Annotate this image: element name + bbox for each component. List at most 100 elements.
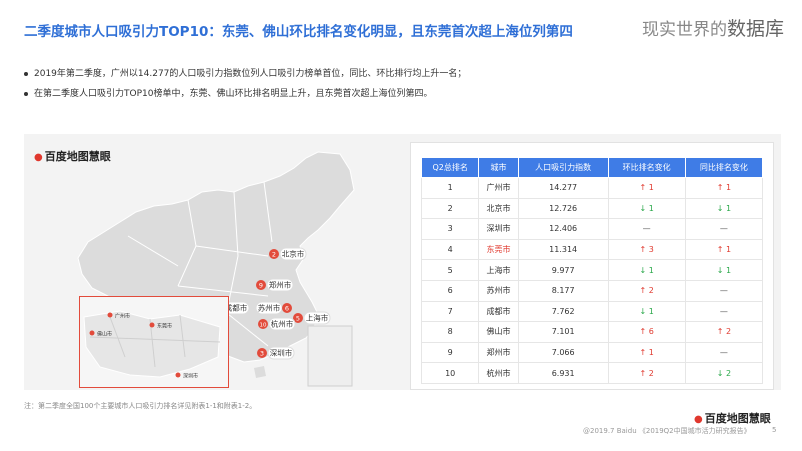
index-cell: 11.314 (517, 238, 609, 261)
rank-cell: 9 (420, 341, 480, 364)
table-row: 5 上海市 9.977 ↓ 1 ↓ 1 (420, 259, 764, 281)
table-row: 3 深圳市 12.406— — (420, 218, 764, 240)
city-cell: 北京市 (478, 197, 519, 220)
ranking-table-card: Q2总排名 城市 人口吸引力指数 环比排名变化 同比排名变化 1 广州市 14.27… (410, 142, 774, 390)
marker-shanghai: 5 上海市 (293, 311, 331, 325)
bullet-item: 2019年第二季度，广州以14.277的人口吸引力指数位列人口吸引力榜单首位，同… (23, 64, 466, 84)
city-cell: 东莞市 (478, 238, 519, 261)
brand-logo: 现实世界的数据库 (642, 14, 784, 41)
qoq-change-cell: ↓ 1 (607, 197, 686, 220)
marker-beijing: 2 北京市 (269, 247, 307, 261)
marker-rank: 6 (285, 305, 289, 313)
table-row: 7 成都市 7.762 ↓ 1— (420, 300, 764, 323)
yoy-change-cell: — (684, 341, 764, 364)
yoy-change-cell: ↑ 1 (684, 177, 764, 199)
city-cell: 佛山市 (478, 321, 519, 343)
rank-cell: 1 (420, 177, 480, 199)
rank-cell: 5 (420, 259, 480, 281)
rank-cell: 6 (420, 279, 480, 302)
inset-label: 佛山市 (97, 331, 112, 338)
index-cell: 7.101 (517, 321, 609, 343)
qoq-change-cell: ↓ 1 (607, 300, 686, 323)
city-cell: 成都市 (478, 300, 519, 323)
column-header: 同比排名变化 (684, 157, 764, 178)
city-cell: 郑州市 (478, 341, 519, 364)
column-header: 城市 (478, 157, 519, 178)
bullet-item: 在第二季度人口吸引力TOP10榜单中，东莞、佛山环比排名明显上升，且东莞首次超上… (23, 84, 466, 104)
rank-cell: 3 (420, 218, 480, 240)
marker-label: 北京市 (282, 249, 305, 259)
map-pin-icon: ● (34, 152, 43, 163)
table-row: 2 北京市 12.726 ↓ 1 ↓ 1 (420, 197, 764, 220)
table-header-row: Q2总排名 城市 人口吸引力指数 环比排名变化 同比排名变化 (420, 157, 764, 178)
city-cell: 广州市 (478, 177, 519, 199)
yoy-change-cell: — (684, 300, 764, 323)
marker-label: 上海市 (306, 313, 329, 323)
city-cell: 上海市 (478, 259, 519, 281)
index-cell: 12.726 (517, 197, 609, 220)
yoy-change-cell: ↓ 1 (684, 197, 764, 220)
qoq-change-cell: ↑ 6 (607, 321, 686, 343)
table-row: 8 佛山市 7.101 ↑ 6 ↑ 2 (420, 321, 764, 343)
hainan-island (254, 366, 266, 378)
inset-label: 深圳市 (183, 373, 198, 380)
ranking-table: Q2总排名 城市 人口吸引力指数 环比排名变化 同比排名变化 1 广州市 14.27… (420, 157, 764, 384)
qoq-change-cell: ↑ 2 (607, 362, 686, 384)
south-sea-inset (307, 325, 353, 387)
content-panel: ● 百度地图慧眼 2 北京市 9 郑州市 7 成都市 苏州市 6 5 上海市 1… (24, 134, 781, 390)
pearl-river-delta-inset: 广州市 东莞市 佛山市 深圳市 (79, 296, 229, 388)
index-cell: 8.177 (517, 279, 609, 302)
footer-pin-icon: ● (694, 414, 703, 425)
yoy-change-cell: ↑ 1 (684, 238, 764, 261)
page-title: 二季度城市人口吸引力TOP10：东莞、佛山环比排名变化明显，且东莞首次超上海位列… (24, 24, 573, 40)
index-cell: 14.277 (517, 177, 609, 199)
table-row: 9 郑州市 7.066 ↑ 1— (420, 341, 764, 364)
qoq-change-cell: ↑ 3 (607, 238, 686, 261)
index-cell: 7.066 (517, 341, 609, 364)
city-cell: 杭州市 (478, 362, 519, 384)
yoy-change-cell: ↓ 1 (684, 259, 764, 281)
bullet-list: 2019年第二季度，广州以14.277的人口吸引力指数位列人口吸引力榜单首位，同… (23, 64, 466, 104)
city-cell: 苏州市 (478, 279, 519, 302)
brand-big-text: 数据库 (726, 18, 784, 40)
column-header: 人口吸引力指数 (517, 157, 609, 178)
page-number: 5 (772, 426, 777, 434)
index-cell: 7.762 (517, 300, 609, 323)
table-row: 4 东莞市 11.314 ↑ 3 ↑ 1 (420, 238, 764, 261)
marker-rank: 10 (260, 323, 267, 329)
inset-label: 东莞市 (157, 323, 172, 330)
column-header: 环比排名变化 (607, 157, 686, 178)
marker-label: 苏州市 (258, 303, 281, 313)
column-header: Q2总排名 (420, 157, 480, 178)
marker-shenzhen: 3 深圳市 (257, 346, 295, 360)
index-cell: 9.977 (517, 259, 609, 281)
footer-source: @2019.7 Baidu 《2019Q2中国城市活力研究报告》 (583, 427, 751, 435)
rank-cell: 7 (420, 300, 480, 323)
qoq-change-cell: — (607, 218, 686, 240)
marker-rank: 3 (260, 350, 264, 358)
rank-cell: 10 (420, 362, 480, 384)
rank-cell: 4 (420, 238, 480, 261)
table-row: 1 广州市 14.277 ↑ 1 ↑ 1 (420, 177, 764, 199)
footnote: 注：第二季度全国100个主要城市人口吸引力排名详见附表1-1和附表1-2。 (24, 402, 257, 410)
qoq-change-cell: ↑ 1 (607, 341, 686, 364)
yoy-change-cell: ↓ 2 (684, 362, 764, 384)
qoq-change-cell: ↑ 2 (607, 279, 686, 302)
brand-small-text: 现实世界的 (641, 20, 727, 40)
yoy-change-cell: — (684, 279, 764, 302)
marker-rank: 9 (259, 282, 263, 290)
index-cell: 12.406 (517, 218, 609, 240)
yoy-change-cell: — (684, 218, 764, 240)
marker-rank: 5 (296, 315, 300, 323)
footer-logo: ● 百度地图慧眼 (694, 410, 771, 426)
marker-suzhou: 苏州市 6 (255, 301, 292, 315)
marker-label: 深圳市 (270, 348, 293, 358)
index-cell: 6.931 (517, 362, 609, 384)
table-row: 10 杭州市 6.931 ↑ 2 ↓ 2 (420, 362, 764, 384)
yoy-change-cell: ↑ 2 (684, 321, 764, 343)
table-row: 6 苏州市 8.177 ↑ 2— (420, 279, 764, 302)
rank-cell: 2 (420, 197, 480, 220)
footer-logo-text: 百度地图慧眼 (704, 412, 771, 425)
qoq-change-cell: ↑ 1 (607, 177, 686, 199)
marker-label: 杭州市 (271, 319, 294, 329)
